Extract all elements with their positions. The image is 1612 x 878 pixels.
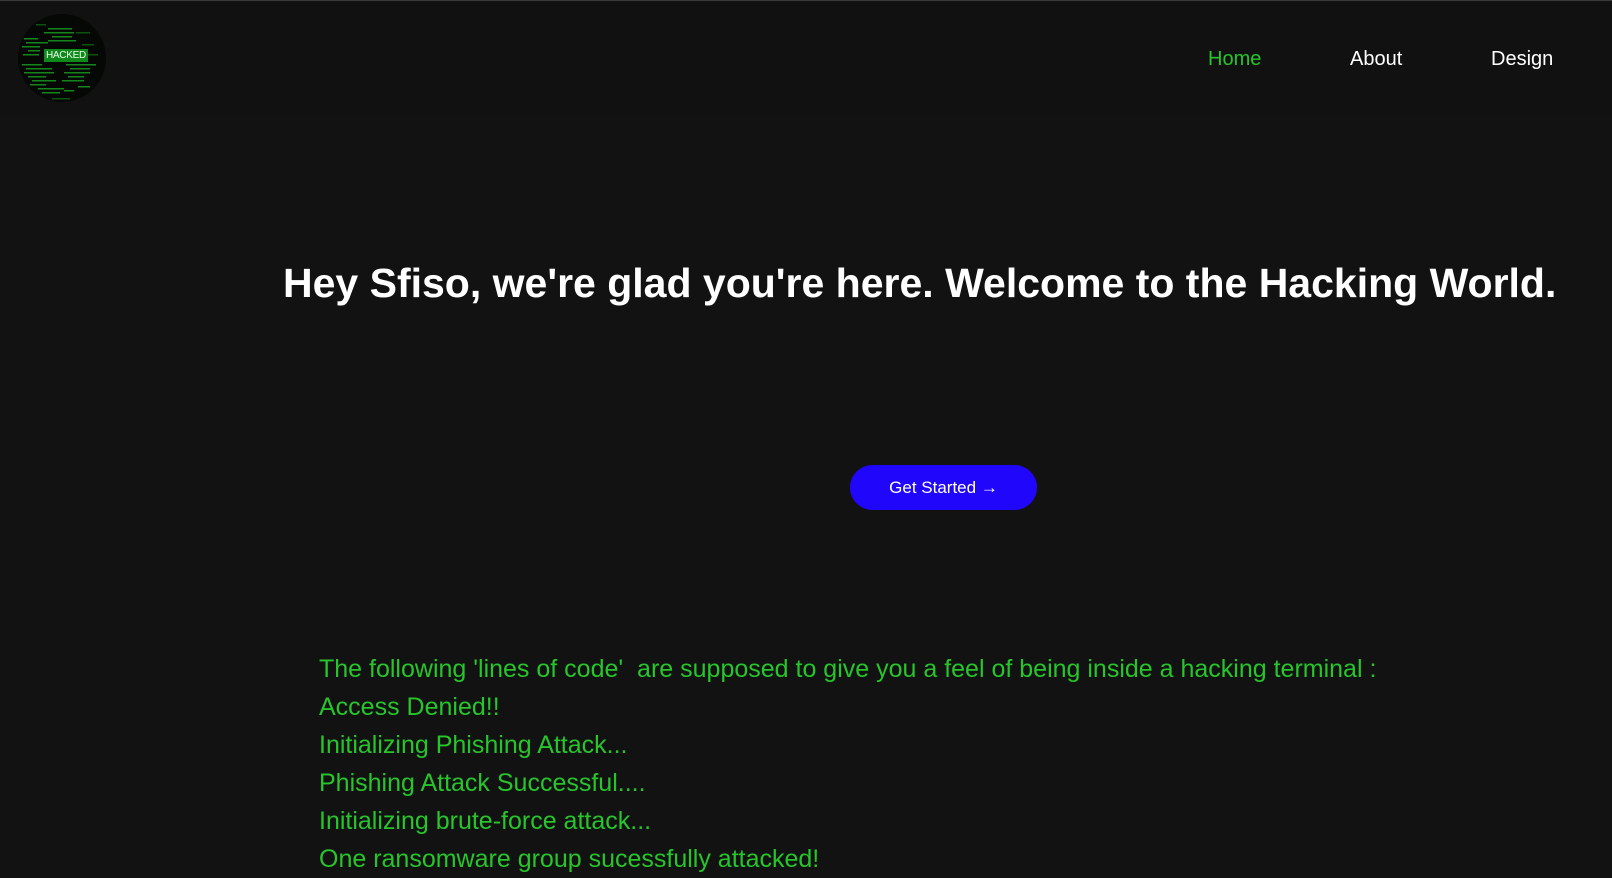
logo-text: HACKED [44,49,88,62]
nav-home-link[interactable]: Home [1208,47,1261,71]
nav-about-link[interactable]: About [1350,47,1402,71]
nav-design-link[interactable]: Design [1491,47,1553,71]
terminal-line: Phishing Attack Successful.... [319,769,646,797]
logo[interactable]: HACKED [18,14,106,102]
terminal-line: Initializing Phishing Attack... [319,731,628,759]
terminal-line: The following 'lines of code' are suppos… [319,655,1377,683]
terminal-line: Access Denied!! [319,693,500,721]
terminal-lines: The following 'lines of code' are suppos… [319,650,1376,878]
hero-title: Hey Sfiso, we're glad you're here. Welco… [283,260,1557,306]
get-started-button[interactable]: Get Started → [850,465,1037,510]
terminal-line: Initializing brute-force attack... [319,807,652,835]
terminal-line: One ransomware group sucessfully attacke… [319,845,820,873]
navbar: HACKED Home About Design [0,1,1612,117]
